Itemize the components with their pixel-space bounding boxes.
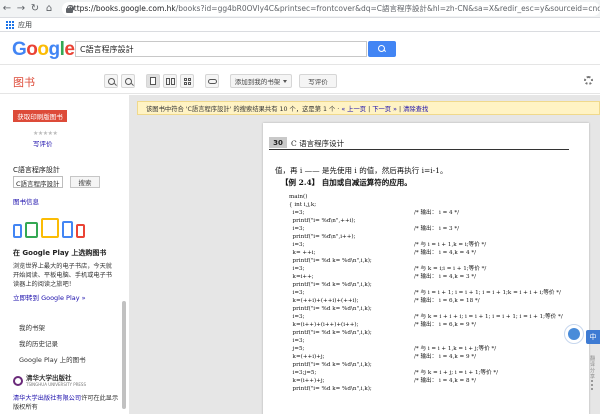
get-print-book-button[interactable]: 获取印刷版图书 [13,110,67,122]
copyright-notice: 清华大学出版社有限公司许可在此显示 版权所有 [13,395,119,411]
add-to-library-button[interactable]: 添加到我的书架 [230,74,292,88]
next-result-link[interactable]: 下一页 » [372,106,397,113]
write-review-link[interactable]: 写评价 [33,138,53,148]
sidebar-scrollbar[interactable] [122,301,126,409]
url-secure-part: https://books.google.com.hk [69,4,176,13]
url-path: /books?id=gg4bR0OVly4C&printsec=frontcov… [175,4,600,13]
search-icon [378,45,386,53]
book-title: C語言程序設計 [13,166,60,174]
search-in-book-button[interactable]: 搜索 [70,176,100,188]
zoom-out-icon [107,77,115,85]
books-search-input[interactable]: C語言程序設計 [75,41,367,57]
previous-result-link[interactable]: « 上一页 [341,106,366,113]
two-page-view-button[interactable] [163,74,177,88]
page-running-header: C 语言程序设计 [291,139,345,148]
google-play-books-link[interactable]: Google Play 上的图书 [19,354,86,364]
write-review-button[interactable]: 写评价 [299,74,337,88]
language-tab[interactable]: 中 [586,330,600,344]
publisher-logo[interactable]: 清华大学出版社 TSINGHUA UNIVERSITY PRESS [13,375,86,387]
publisher-seal-icon [13,376,23,386]
bookmark-apps[interactable]: 应用 [18,20,32,30]
code-comments: /* 输出： i = 4 */ /* 输出： i = 3 */ /* 与 i =… [414,210,563,384]
example-heading: 【例 2.4】 自加或自减运算符的应用。 [281,178,412,187]
assistant-float-button[interactable] [564,324,584,344]
go-to-google-play-link[interactable]: 立即转到 Google Play » [13,292,86,302]
book-page[interactable]: 30 C 语言程序设计 值，再 i —— 是先使用 i 的值，然后再执行 i=i… [263,123,589,414]
back-arrow-icon[interactable]: ← [0,1,14,17]
single-page-icon [150,77,156,85]
publisher-link[interactable]: 清华大学出版社有限公司 [13,395,81,402]
code-listing: main() { int i,j,k; i=3; printf("i= %d\n… [289,194,372,392]
bookmarks-bar: 应用 [0,18,600,32]
page-text-line: 值，再 i —— 是先使用 i 的值，然后再执行 i=i-1。 [275,166,448,175]
header-rule [269,149,569,150]
chevron-down-icon [283,79,288,83]
book-info-link[interactable]: 图书信息 [13,196,39,206]
search-in-book-input[interactable]: C語言程序設計 [13,176,63,188]
google-logo[interactable]: Google [12,39,75,61]
devices-illustration-icon [13,218,93,242]
more-dots-icon[interactable] [591,380,593,390]
book-viewer: 该图书中符合 'C語言程序設計' 的搜索结果共有 10 个，这是第 1 个 · … [129,95,600,414]
clear-search-link[interactable]: 清除查找 [403,106,428,113]
zoom-in-button[interactable] [121,74,135,88]
sidebar: 获取印刷版图书 ★★★★★ 写评价 C語言程序設計 C語言程序設計 搜索 图书信… [0,95,128,414]
avatar-icon [568,328,580,340]
gear-icon[interactable] [584,76,593,85]
search-button[interactable] [368,41,396,57]
single-page-view-button[interactable] [146,74,160,88]
side-vertical-text[interactable]: 翻译分享 [590,356,598,380]
forward-arrow-icon[interactable]: → [14,1,28,17]
url-field[interactable]: https://books.google.com.hk /books?id=gg… [62,1,600,16]
zoom-in-icon [124,77,132,85]
section-title[interactable]: 图书 [13,74,35,90]
home-icon[interactable]: ⌂ [42,1,56,17]
my-library-link[interactable]: 我的书架 [19,322,45,332]
thumbnail-icon [183,77,191,85]
apps-grid-icon[interactable] [6,20,14,29]
google-play-description: 浏览世界上最大的电子书店，今天就开始阅读、平板电脑、手机或电子书读器上的阅读之旅… [13,263,112,288]
google-play-heading: 在 Google Play 上选购图书 [13,249,107,257]
link-button[interactable] [205,74,219,88]
browser-address-bar: ← → ↻ ⌂ https://books.google.com.hk /boo… [0,0,600,18]
google-header: Google C語言程序設計 [0,33,600,65]
page-number: 30 [269,137,287,148]
thumbnail-view-button[interactable] [180,74,194,88]
two-page-icon [165,77,175,85]
my-history-link[interactable]: 我的历史记录 [19,338,58,348]
rating-stars: ★★★★★ [33,130,58,137]
link-icon [207,78,217,84]
reload-icon[interactable]: ↻ [28,1,42,17]
zoom-out-button[interactable] [104,74,118,88]
search-results-notice: 该图书中符合 'C語言程序設計' 的搜索结果共有 10 个，这是第 1 个 · … [137,101,600,115]
book-toolbar: 图书 添加到我的书架 写评价 [0,66,600,94]
